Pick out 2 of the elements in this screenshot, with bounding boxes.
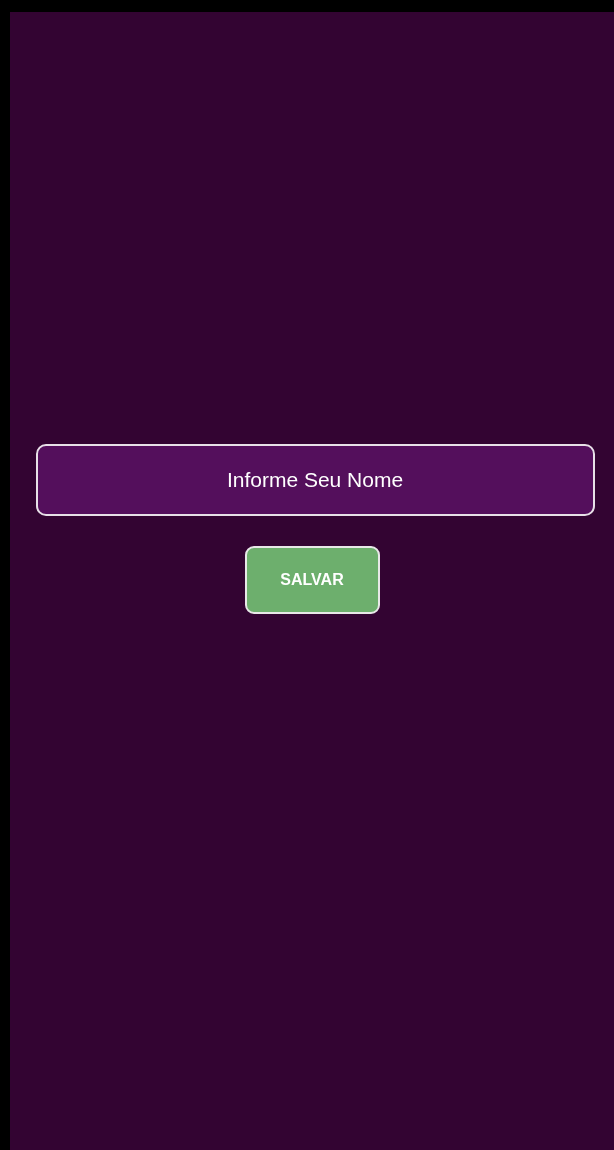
name-input-field[interactable]: Informe Seu Nome bbox=[35, 444, 595, 516]
save-button[interactable]: SALVAR bbox=[244, 546, 380, 614]
